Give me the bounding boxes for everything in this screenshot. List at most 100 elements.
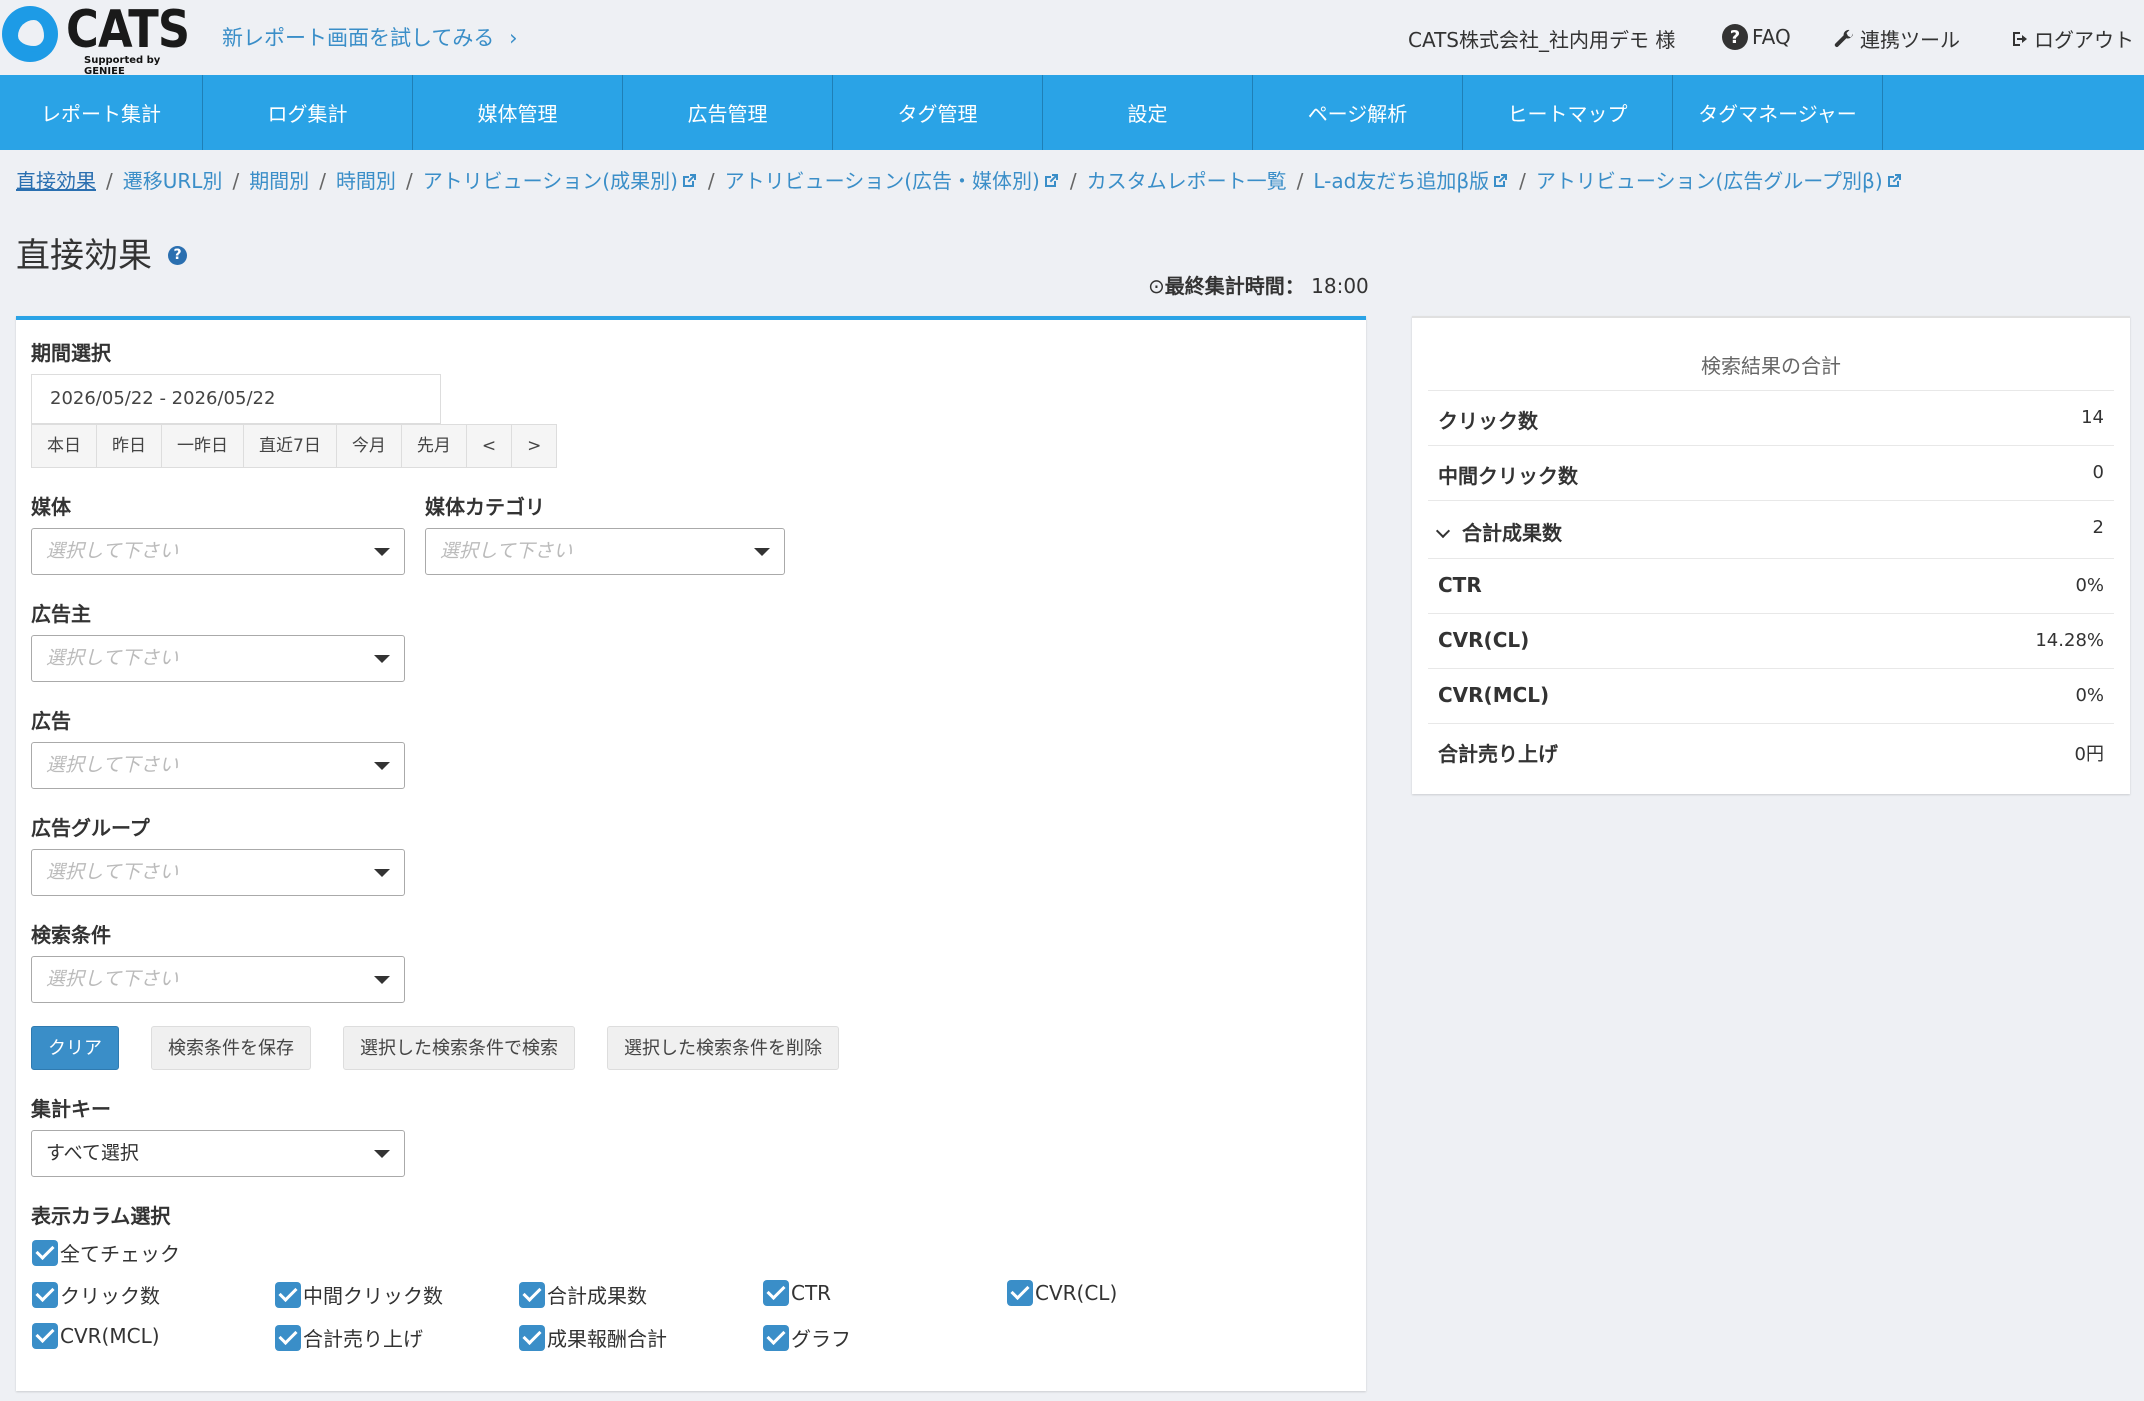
- media-category-label: 媒体カテゴリ: [425, 495, 545, 519]
- cats-logo[interactable]: CATS Supported by GENIEE: [0, 0, 200, 77]
- checkbox-checked-icon: [519, 1281, 545, 1308]
- column-label: 合計売り上げ: [303, 1327, 423, 1351]
- logout-link[interactable]: ログアウト: [2010, 24, 2134, 53]
- nav-media[interactable]: 媒体管理: [413, 75, 623, 150]
- column-checkbox-total-results[interactable]: 合計成果数: [519, 1280, 647, 1309]
- period-last7-button[interactable]: 直近7日: [244, 425, 337, 467]
- nav-report[interactable]: レポート集計: [0, 75, 203, 150]
- nav-log[interactable]: ログ集計: [203, 75, 413, 150]
- period-input[interactable]: 2026/05/22 - 2026/05/22: [31, 374, 441, 424]
- breadcrumb-direct-effect[interactable]: 直接効果: [16, 169, 96, 193]
- period-prev-button[interactable]: <: [466, 425, 513, 467]
- page-title: 直接効果: [16, 236, 152, 276]
- summary-label: 合計成果数: [1462, 521, 1562, 545]
- ad-group-placeholder: 選択して下さい: [46, 861, 179, 883]
- summary-value: 0%: [2075, 685, 2104, 706]
- breadcrumb-custom-report[interactable]: カスタムレポート一覧: [1087, 169, 1287, 193]
- ad-select[interactable]: 選択して下さい: [31, 742, 405, 789]
- nav-heatmap[interactable]: ヒートマップ: [1463, 75, 1673, 150]
- wrench-icon: [1834, 29, 1853, 47]
- faq-link[interactable]: ? FAQ: [1722, 24, 1791, 50]
- search-condition-select[interactable]: 選択して下さい: [31, 956, 405, 1003]
- user-name-label: CATS株式会社_社内用デモ 様: [1408, 28, 1676, 52]
- column-checkbox-graph[interactable]: グラフ: [763, 1323, 851, 1352]
- clear-button[interactable]: クリア: [31, 1026, 119, 1070]
- main-nav: レポート集計 ログ集計 媒体管理 広告管理 タグ管理 設定 ページ解析 ヒートマ…: [0, 75, 2144, 150]
- period-yesterday-button[interactable]: 昨日: [97, 425, 162, 467]
- caret-down-icon: [374, 548, 390, 556]
- caret-down-icon: [374, 762, 390, 770]
- breadcrumb-by-period[interactable]: 期間別: [249, 169, 309, 193]
- external-link-icon: [682, 174, 696, 187]
- nav-tag-manager[interactable]: タグマネージャー: [1673, 75, 1883, 150]
- breadcrumb-lad-friends[interactable]: L-ad友だち追加β版: [1313, 169, 1509, 193]
- clock-icon: ⊙: [1148, 274, 1165, 298]
- agg-key-select[interactable]: すべて選択: [31, 1130, 405, 1177]
- checkbox-checked-icon: [763, 1324, 789, 1351]
- period-day-before-button[interactable]: 一昨日: [162, 425, 244, 467]
- try-new-report-link[interactable]: 新レポート画面を試してみる ›: [222, 22, 517, 52]
- column-checkbox-clicks[interactable]: クリック数: [32, 1280, 160, 1309]
- delete-selected-button[interactable]: 選択した検索条件を削除: [607, 1026, 839, 1070]
- help-icon[interactable]: ?: [168, 246, 187, 265]
- summary-label: CVR(CL): [1438, 628, 1530, 652]
- search-condition-label: 検索条件: [31, 923, 111, 947]
- last-aggregation-time: ⊙最終集計時間： 18:00: [1148, 270, 1369, 299]
- summary-row: クリック数 14: [1428, 390, 2114, 444]
- summary-panel: 検索結果の合計 クリック数 14 中間クリック数 0 合計成果数 2 CTR 0…: [1412, 316, 2130, 794]
- breadcrumb: 直接効果 / 遷移URL別 / 期間別 / 時間別 / アトリビューション(成果別) / アトリビュ…: [16, 165, 1903, 194]
- summary-row: CVR(CL) 14.28%: [1428, 613, 2114, 667]
- column-checkbox-cvr-mcl[interactable]: CVR(MCL): [32, 1323, 160, 1349]
- column-checkbox-ctr[interactable]: CTR: [763, 1280, 831, 1306]
- check-all-label: 全てチェック: [60, 1242, 180, 1266]
- logo-text: CATS: [66, 0, 190, 60]
- breadcrumb-attribution-result[interactable]: アトリビューション(成果別): [423, 169, 698, 193]
- caret-down-icon: [374, 1150, 390, 1158]
- tools-link[interactable]: 連携ツール: [1832, 24, 1960, 53]
- column-checkbox-cvr-cl[interactable]: CVR(CL): [1007, 1280, 1117, 1306]
- breadcrumb-by-hour[interactable]: 時間別: [336, 169, 396, 193]
- breadcrumb-transition-url[interactable]: 遷移URL別: [123, 169, 223, 193]
- breadcrumb-attribution-ad-media[interactable]: アトリビューション(広告・媒体別): [725, 169, 1060, 193]
- nav-page-analysis[interactable]: ページ解析: [1253, 75, 1463, 150]
- summary-row-expandable[interactable]: 合計成果数 2: [1428, 500, 2114, 558]
- breadcrumb-attribution-ad-group[interactable]: アトリビューション(広告グループ別β): [1536, 169, 1903, 193]
- checkbox-checked-icon: [1007, 1280, 1033, 1306]
- search-selected-button[interactable]: 選択した検索条件で検索: [343, 1026, 575, 1070]
- column-label: 成果報酬合計: [547, 1327, 667, 1351]
- period-next-button[interactable]: >: [512, 425, 557, 467]
- column-checkbox-total-sales[interactable]: 合計売り上げ: [275, 1323, 423, 1352]
- period-today-button[interactable]: 本日: [32, 425, 97, 467]
- check-all-checkbox[interactable]: 全てチェック: [32, 1238, 180, 1267]
- summary-label: CTR: [1438, 573, 1482, 597]
- summary-row: 合計売り上げ 0円: [1428, 723, 2114, 777]
- columns-label: 表示カラム選択: [31, 1204, 171, 1228]
- last-time-label: 最終集計時間：: [1164, 274, 1305, 298]
- column-checkbox-mid-clicks[interactable]: 中間クリック数: [275, 1280, 443, 1309]
- user-name: CATS株式会社_社内用デモ 様: [1408, 24, 1675, 53]
- period-label: 期間選択: [31, 341, 111, 365]
- logout-icon: [2013, 31, 2027, 46]
- nav-ads[interactable]: 広告管理: [623, 75, 833, 150]
- nav-settings[interactable]: 設定: [1043, 75, 1253, 150]
- nav-tags[interactable]: タグ管理: [833, 75, 1043, 150]
- period-this-month-button[interactable]: 今月: [336, 425, 402, 467]
- column-label: CVR(CL): [1035, 1281, 1118, 1305]
- save-condition-button[interactable]: 検索条件を保存: [151, 1026, 311, 1070]
- media-category-select[interactable]: 選択して下さい: [425, 528, 785, 575]
- column-checkbox-reward-total[interactable]: 成果報酬合計: [519, 1323, 667, 1352]
- period-quick-buttons: 本日 昨日 一昨日 直近7日 今月 先月 < >: [31, 424, 558, 468]
- period-last-month-button[interactable]: 先月: [401, 425, 467, 467]
- chevron-right-icon: ›: [509, 26, 518, 50]
- ad-group-select[interactable]: 選択して下さい: [31, 849, 405, 896]
- top-bar: CATS Supported by GENIEE 新レポート画面を試してみる ›…: [0, 0, 2144, 77]
- summary-value: 0%: [2075, 575, 2104, 596]
- media-select[interactable]: 選択して下さい: [31, 528, 405, 575]
- summary-label: CVR(MCL): [1438, 683, 1550, 707]
- column-label: 合計成果数: [547, 1284, 647, 1308]
- summary-value: 14: [2081, 407, 2104, 428]
- advertiser-select[interactable]: 選択して下さい: [31, 635, 405, 682]
- summary-label: 合計売り上げ: [1438, 742, 1558, 766]
- checkbox-checked-icon: [763, 1280, 789, 1306]
- summary-row: CVR(MCL) 0%: [1428, 668, 2114, 722]
